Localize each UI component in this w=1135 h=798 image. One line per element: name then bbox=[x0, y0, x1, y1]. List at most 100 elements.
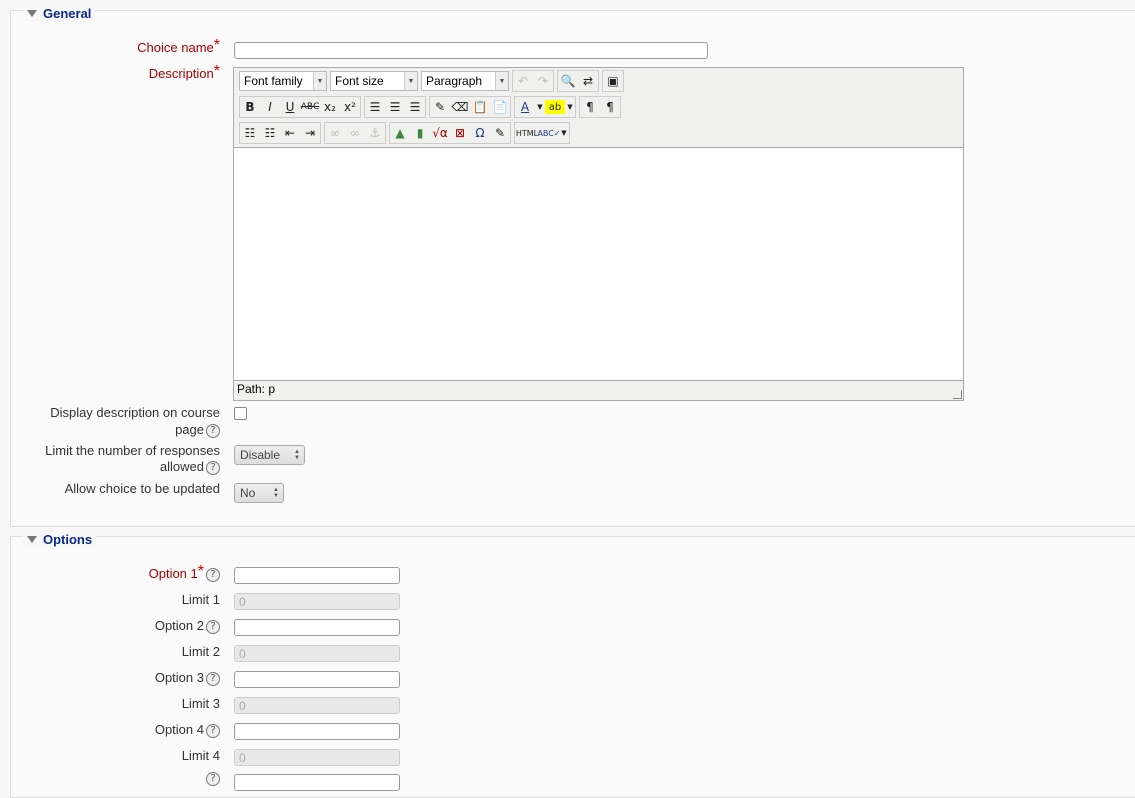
limit-4-input[interactable] bbox=[234, 749, 400, 766]
help-icon[interactable]: ? bbox=[206, 567, 220, 582]
limit-3-label: Limit 3 bbox=[181, 696, 220, 711]
equation-icon[interactable]: √α bbox=[430, 123, 450, 143]
outdent-icon[interactable]: ⇤ bbox=[280, 123, 300, 143]
display-description-label: Display description on course page? bbox=[50, 405, 220, 438]
allow-update-label: Allow choice to be updated bbox=[64, 481, 220, 496]
dropdown-arrow-icon[interactable]: ▼ bbox=[565, 97, 575, 117]
limit-2-label: Limit 2 bbox=[181, 644, 220, 659]
dropdown-arrow-icon[interactable]: ▼ bbox=[535, 97, 545, 117]
align-right-icon[interactable]: ☰ bbox=[405, 97, 425, 117]
choice-name-label: Choice name* bbox=[137, 37, 220, 56]
special-char-icon[interactable]: Ω bbox=[470, 123, 490, 143]
list-group: ☷ ☷ ⇤ ⇥ bbox=[239, 122, 321, 144]
numbered-list-icon[interactable]: ☷ bbox=[260, 123, 280, 143]
editor-toolbar-row-3: ☷ ☷ ⇤ ⇥ ∞ ∞ ⚓ ▲ ▮ √α ⊠ Ω ✎ HTML ABC✓ ▼ bbox=[239, 122, 573, 144]
spellcheck-icon[interactable]: ABC✓ bbox=[537, 123, 560, 143]
paste-text-icon[interactable]: 📋 bbox=[470, 97, 490, 117]
clean-group: ✎ ⌫ 📋 📄 bbox=[429, 96, 511, 118]
anchor-icon[interactable]: ⚓ bbox=[365, 123, 385, 143]
subscript-icon[interactable]: x₂ bbox=[320, 97, 340, 117]
limit-1-input[interactable] bbox=[234, 593, 400, 610]
align-left-icon[interactable]: ☰ bbox=[365, 97, 385, 117]
option-2-label: Option 2? bbox=[155, 618, 220, 634]
image-icon[interactable]: ▲ bbox=[390, 123, 410, 143]
display-description-checkbox[interactable] bbox=[234, 407, 247, 420]
description-label: Description* bbox=[148, 63, 220, 82]
link-icon[interactable]: ∞ bbox=[325, 123, 345, 143]
editor-content-area[interactable] bbox=[234, 147, 963, 381]
allow-update-select[interactable]: No ▲ ▼ bbox=[234, 483, 284, 503]
align-center-icon[interactable]: ☰ bbox=[385, 97, 405, 117]
format-group: B I U ABC x₂ x² bbox=[239, 96, 361, 118]
help-icon[interactable]: ? bbox=[206, 772, 220, 786]
options-legend[interactable]: Options bbox=[23, 532, 97, 547]
help-icon[interactable]: ? bbox=[206, 460, 220, 475]
option-3-label: Option 3? bbox=[155, 670, 220, 686]
indent-icon[interactable]: ⇥ bbox=[300, 123, 320, 143]
html-icon[interactable]: HTML bbox=[515, 123, 539, 143]
collapse-triangle-icon[interactable] bbox=[27, 10, 37, 17]
option-4-input[interactable] bbox=[234, 723, 400, 740]
underline-icon[interactable]: U bbox=[280, 97, 300, 117]
font-size-select[interactable]: Font size ▼ bbox=[330, 71, 418, 91]
font-family-select[interactable]: Font family ▼ bbox=[239, 71, 327, 91]
remove-format-icon[interactable]: ⌫ bbox=[450, 97, 470, 117]
find-icon[interactable]: 🔍 bbox=[558, 71, 578, 91]
text-color-icon[interactable]: A bbox=[515, 97, 535, 117]
collapse-triangle-icon[interactable] bbox=[27, 536, 37, 543]
strikethrough-icon[interactable]: ABC bbox=[300, 97, 320, 117]
resize-handle-icon[interactable] bbox=[953, 390, 962, 399]
fullscreen-group: ▣ bbox=[602, 70, 624, 92]
html-group: HTML ABC✓ ▼ bbox=[514, 122, 570, 144]
fullscreen-icon[interactable]: ▣ bbox=[603, 71, 623, 91]
choice-name-input[interactable] bbox=[234, 42, 708, 59]
highlight-color-icon[interactable]: ab bbox=[545, 100, 565, 114]
paragraph-select[interactable]: Paragraph ▼ bbox=[421, 71, 509, 91]
ltr-icon[interactable]: ¶ bbox=[580, 97, 600, 117]
italic-icon[interactable]: I bbox=[260, 97, 280, 117]
help-icon[interactable]: ? bbox=[206, 619, 220, 634]
help-icon[interactable]: ? bbox=[206, 671, 220, 686]
dropdown-arrow-icon[interactable]: ▼ bbox=[559, 123, 569, 143]
help-icon[interactable]: ? bbox=[206, 723, 220, 738]
limit-responses-select[interactable]: Disable ▲ ▼ bbox=[234, 445, 305, 465]
required-star-icon: * bbox=[213, 63, 220, 80]
nolink-icon[interactable]: ⊠ bbox=[450, 123, 470, 143]
editor-toolbar-row-2: B I U ABC x₂ x² ☰ ☰ ☰ ✎ ⌫ 📋 📄 A ▼ ab ▼ ¶… bbox=[239, 96, 624, 118]
unlink-icon[interactable]: ∞ bbox=[345, 123, 365, 143]
general-legend[interactable]: General bbox=[23, 6, 96, 21]
option-2-input[interactable] bbox=[234, 619, 400, 636]
search-group: 🔍 ⇄ bbox=[557, 70, 599, 92]
undo-icon[interactable]: ↶ bbox=[513, 71, 533, 91]
direction-group: ¶ ¶ bbox=[579, 96, 621, 118]
bullet-list-icon[interactable]: ☷ bbox=[240, 123, 260, 143]
replace-icon[interactable]: ⇄ bbox=[578, 71, 598, 91]
bold-icon[interactable]: B bbox=[240, 97, 260, 117]
edit-icon[interactable]: ✎ bbox=[490, 123, 510, 143]
media-icon[interactable]: ▮ bbox=[410, 123, 430, 143]
limit-4-label: Limit 4 bbox=[181, 748, 220, 763]
option-1-input[interactable] bbox=[234, 567, 400, 584]
superscript-icon[interactable]: x² bbox=[340, 97, 360, 117]
align-group: ☰ ☰ ☰ bbox=[364, 96, 426, 118]
dropdown-arrow-icon: ▼ bbox=[313, 72, 326, 90]
undo-redo-group: ↶ ↷ bbox=[512, 70, 554, 92]
color-group: A ▼ ab ▼ bbox=[514, 96, 576, 118]
spinner-icon: ▲ ▼ bbox=[273, 487, 279, 499]
dropdown-arrow-icon: ▼ bbox=[495, 72, 508, 90]
option-3-input[interactable] bbox=[234, 671, 400, 688]
link-group: ∞ ∞ ⚓ bbox=[324, 122, 386, 144]
paste-word-icon[interactable]: 📄 bbox=[490, 97, 510, 117]
required-star-icon: * bbox=[197, 563, 204, 580]
redo-icon[interactable]: ↷ bbox=[533, 71, 553, 91]
editor-path: Path: p bbox=[237, 382, 276, 396]
rtl-icon[interactable]: ¶ bbox=[600, 97, 620, 117]
cleanup-icon[interactable]: ✎ bbox=[430, 97, 450, 117]
limit-1-label: Limit 1 bbox=[181, 592, 220, 607]
limit-3-input[interactable] bbox=[234, 697, 400, 714]
option-1-label: Option 1*? bbox=[149, 563, 220, 582]
option-4-label: Option 4? bbox=[155, 722, 220, 738]
help-icon[interactable]: ? bbox=[206, 423, 220, 438]
description-editor[interactable]: Font family ▼ Font size ▼ Paragraph ▼ ↶ ↷ 🔍… bbox=[233, 67, 964, 401]
limit-2-input[interactable] bbox=[234, 645, 400, 662]
